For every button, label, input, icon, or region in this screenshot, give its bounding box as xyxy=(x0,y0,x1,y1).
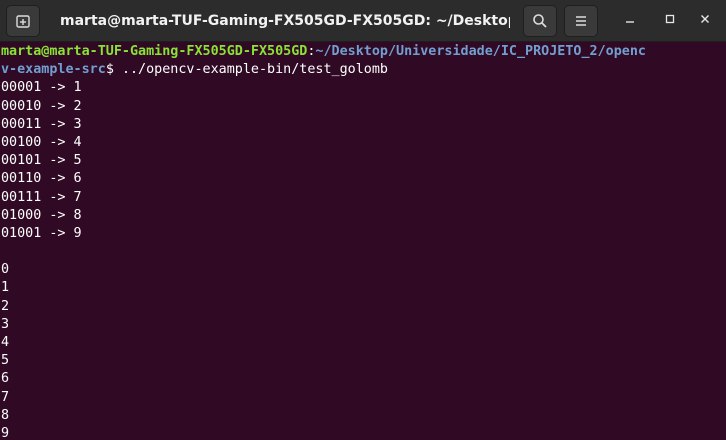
output-line: 7 xyxy=(1,389,10,405)
output-line: 9 xyxy=(1,425,10,440)
output-line: 00010 -> 2 xyxy=(1,98,82,114)
output-line: 00011 -> 3 xyxy=(1,116,82,132)
output-line: 00001 -> 1 xyxy=(1,80,82,96)
close-button[interactable] xyxy=(694,10,716,32)
hamburger-menu-icon xyxy=(573,13,589,29)
header-bar: marta@marta-TUF-Gaming-FX505GD-FX505GD: … xyxy=(0,0,726,42)
search-button[interactable] xyxy=(523,5,557,37)
output-line: 1 xyxy=(1,280,10,296)
output-line: 01001 -> 9 xyxy=(1,225,82,241)
output-line: 00101 -> 5 xyxy=(1,153,82,169)
output-line: 2 xyxy=(1,298,10,314)
prompt-line: marta@marta-TUF-Gaming-FX505GD-FX505GD:~… xyxy=(1,43,726,61)
prompt-line-continued: v-example-src$ ../opencv-example-bin/tes… xyxy=(1,61,726,79)
prompt-dollar: $ xyxy=(105,62,122,78)
close-icon xyxy=(699,12,711,30)
output-line: 00110 -> 6 xyxy=(1,171,82,187)
search-icon xyxy=(532,13,548,29)
output-line: 5 xyxy=(1,353,10,369)
output-line: 3 xyxy=(1,316,10,332)
output-line: 8 xyxy=(1,407,10,423)
output-line: 01000 -> 8 xyxy=(1,207,82,223)
minimize-icon xyxy=(624,12,636,30)
window-title: marta@marta-TUF-Gaming-FX505GD-FX505GD: … xyxy=(60,13,510,29)
command-text: ../opencv-example-bin/test_golomb xyxy=(121,62,388,78)
minimize-button[interactable] xyxy=(619,10,641,32)
menu-button[interactable] xyxy=(564,5,598,37)
output-line: 6 xyxy=(1,371,10,387)
output-line: 00100 -> 4 xyxy=(1,134,82,150)
output-line: 0 xyxy=(1,262,10,278)
prompt-path: ~/Desktop/Universidade/IC_PROJETO_2/open… xyxy=(315,44,646,59)
new-tab-button[interactable] xyxy=(6,5,40,37)
new-tab-icon xyxy=(15,13,31,29)
terminal-output-area[interactable]: marta@marta-TUF-Gaming-FX505GD-FX505GD:~… xyxy=(0,43,726,440)
maximize-button[interactable] xyxy=(659,10,681,32)
output-line: 4 xyxy=(1,335,10,350)
prompt-path-continued: v-example-src xyxy=(1,62,106,78)
prompt-user-host: marta@marta-TUF-Gaming-FX505GD-FX505GD xyxy=(1,44,308,59)
output-line: 00111 -> 7 xyxy=(1,189,82,205)
maximize-icon xyxy=(664,12,676,30)
program-output: 00001 -> 1 00010 -> 2 00011 -> 3 00100 -> 4… xyxy=(1,79,726,440)
terminal-window: marta@marta-TUF-Gaming-FX505GD-FX505GD: … xyxy=(0,0,726,440)
